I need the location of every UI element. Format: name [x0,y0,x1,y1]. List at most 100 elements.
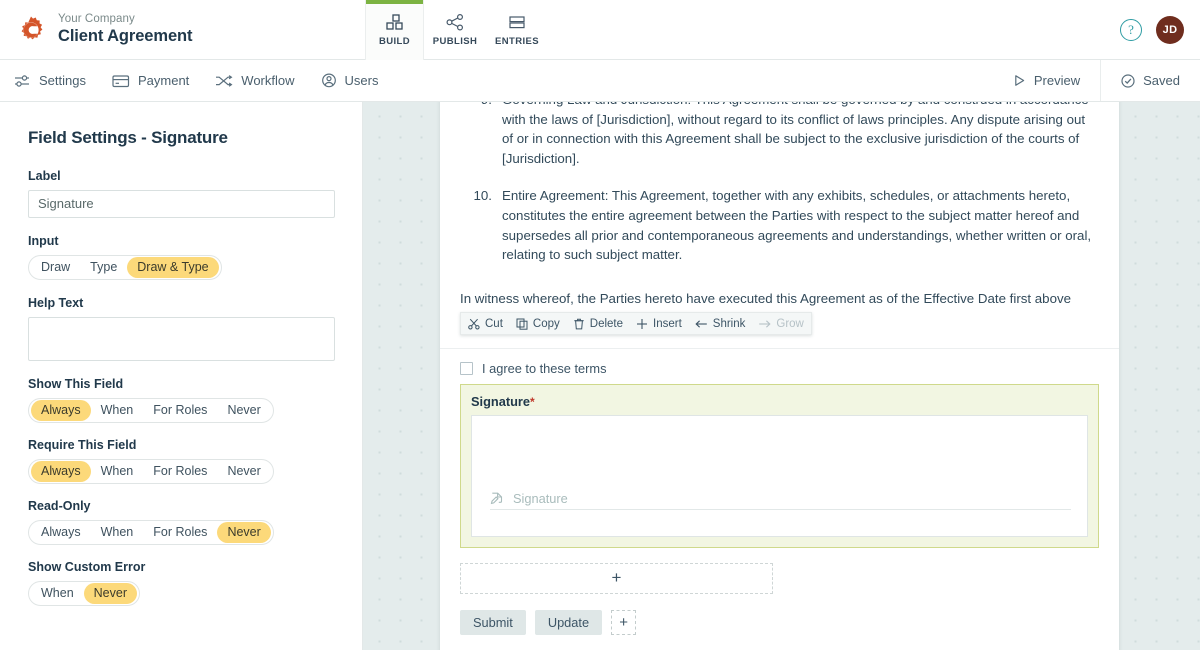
tab-build[interactable]: BUILD [365,0,424,60]
gear-c-logo-icon [16,15,46,45]
play-icon [1013,74,1026,87]
sub-nav: Settings Payment Workflow Users [0,73,378,88]
sliders-icon [14,74,31,88]
show-option-never[interactable]: Never [217,400,270,421]
signature-canvas[interactable]: Signature [471,414,1088,537]
label-input[interactable]: Signature [28,190,335,218]
show-field-heading: Show This Field [28,377,124,391]
tab-entries-label: ENTRIES [495,36,539,47]
show-option-always[interactable]: Always [31,400,91,421]
subnav-label-workflow: Workflow [241,73,295,88]
page-title: Client Agreement [58,26,193,45]
document-body: 9. Governing Law and Jurisdiction: This … [440,102,1119,265]
add-field-slot[interactable]: + [460,562,773,594]
input-option-draw-and-type[interactable]: Draw & Type [127,257,219,278]
label-group: Label Signature [28,169,335,218]
preview-button[interactable]: Preview [993,60,1100,101]
error-option-never[interactable]: Never [83,583,137,604]
input-option-draw[interactable]: Draw [31,257,80,278]
signature-pen-icon [490,491,504,505]
main-tabs: BUILD PUBLISH ENTRIES [365,0,548,60]
term-number: 10. [473,188,493,204]
require-option-for-roles[interactable]: For Roles [143,461,217,482]
subnav-item-users[interactable]: Users [321,73,378,88]
toolbar-cut-button[interactable]: Cut [468,318,503,330]
arrow-left-icon [695,318,708,330]
add-action-button[interactable]: + [611,609,637,635]
list-item: 9. Governing Law and Jurisdiction: This … [460,102,1099,168]
field-settings-panel: Field Settings - Signature Label Signatu… [0,102,363,650]
top-right-actions: ? JD [1120,0,1184,60]
form-canvas[interactable]: 9. Governing Law and Jurisdiction: This … [363,102,1200,650]
toolbar-grow-button: Grow [758,318,804,330]
custom-error-heading: Show Custom Error [28,560,146,574]
signature-label-text: Signature [471,393,531,409]
term-number: 9. [460,102,492,110]
require-option-always[interactable]: Always [31,461,91,482]
subnav-item-settings[interactable]: Settings [14,73,86,88]
require-option-never[interactable]: Never [217,461,270,482]
subnav-item-payment[interactable]: Payment [112,73,189,88]
readonly-option-for-roles[interactable]: For Roles [143,522,217,543]
help-text-group: Help Text [28,296,335,361]
readonly-option-never[interactable]: Never [217,522,271,543]
signature-placeholder: Signature [513,490,568,506]
panel-title: Field Settings - Signature [28,128,228,147]
sub-bar: Settings Payment Workflow Users Preview … [0,60,1200,102]
toolbar-delete-button[interactable]: Delete [573,318,623,330]
readonly-option-when[interactable]: When [91,522,144,543]
preview-label: Preview [1033,73,1081,88]
tab-publish-label: PUBLISH [432,36,478,47]
require-field-heading: Require This Field [28,438,137,452]
question-circle-icon[interactable]: ? [1120,19,1142,41]
share-icon [446,13,464,31]
subnav-label-payment: Payment [137,73,190,88]
brand-text: Your Company Client Agreement [58,13,193,45]
submit-button[interactable]: Submit [460,609,526,635]
toolbar-shrink-button[interactable]: Shrink [695,318,745,330]
show-field-segmented-control: Always When For Roles Never [28,398,274,423]
error-option-when[interactable]: When [31,583,84,604]
signature-input-line[interactable]: Signature [490,488,1071,510]
tab-build-label: BUILD [378,36,411,47]
input-segmented-control: Draw Type Draw & Type [28,255,222,280]
subnav-item-workflow[interactable]: Workflow [215,73,295,88]
update-button[interactable]: Update [534,609,603,635]
shuffle-icon [215,74,233,88]
help-text-heading: Help Text [28,296,84,310]
document-card: 9. Governing Law and Jurisdiction: This … [440,102,1119,650]
custom-error-group: Show Custom Error When Never [28,560,334,606]
tab-entries[interactable]: ENTRIES [486,0,548,60]
require-field-segmented-control: Always When For Roles Never [28,459,274,484]
require-option-when[interactable]: When [91,461,144,482]
help-text-input[interactable] [28,317,335,361]
input-heading: Input [28,234,59,248]
squares-icon [385,13,404,31]
toolbar-delete-label: Delete [589,317,624,330]
tab-publish[interactable]: PUBLISH [424,0,486,60]
input-option-type[interactable]: Type [80,257,127,278]
avatar[interactable]: JD [1156,16,1184,44]
read-only-heading: Read-Only [28,499,91,513]
saved-status[interactable]: Saved [1100,60,1200,101]
toolbar-cut-label: Cut [485,317,503,330]
subnav-label-settings: Settings [39,73,86,88]
readonly-option-always[interactable]: Always [31,522,91,543]
sub-bar-actions: Preview Saved [993,60,1200,101]
show-option-for-roles[interactable]: For Roles [143,400,217,421]
scissors-icon [468,318,480,330]
required-marker: * [530,394,535,409]
trash-icon [573,318,585,330]
toolbar-copy-button[interactable]: Copy [516,318,560,330]
toolbar-insert-button[interactable]: Insert [636,318,682,330]
user-circle-icon [321,73,337,88]
agree-checkbox-row[interactable]: I agree to these terms [440,349,1119,376]
agree-checkbox[interactable] [460,361,473,375]
show-option-when[interactable]: When [91,400,144,421]
signature-field-selected[interactable]: Signature* Signature [460,383,1099,548]
term-text: Entire Agreement: This Agreement, togeth… [502,188,1092,263]
require-field-group: Require This Field Always When For Roles… [28,438,334,484]
label-heading: Label [28,169,61,183]
toolbar-insert-label: Insert [653,317,682,330]
agree-label: I agree to these terms [482,360,607,376]
